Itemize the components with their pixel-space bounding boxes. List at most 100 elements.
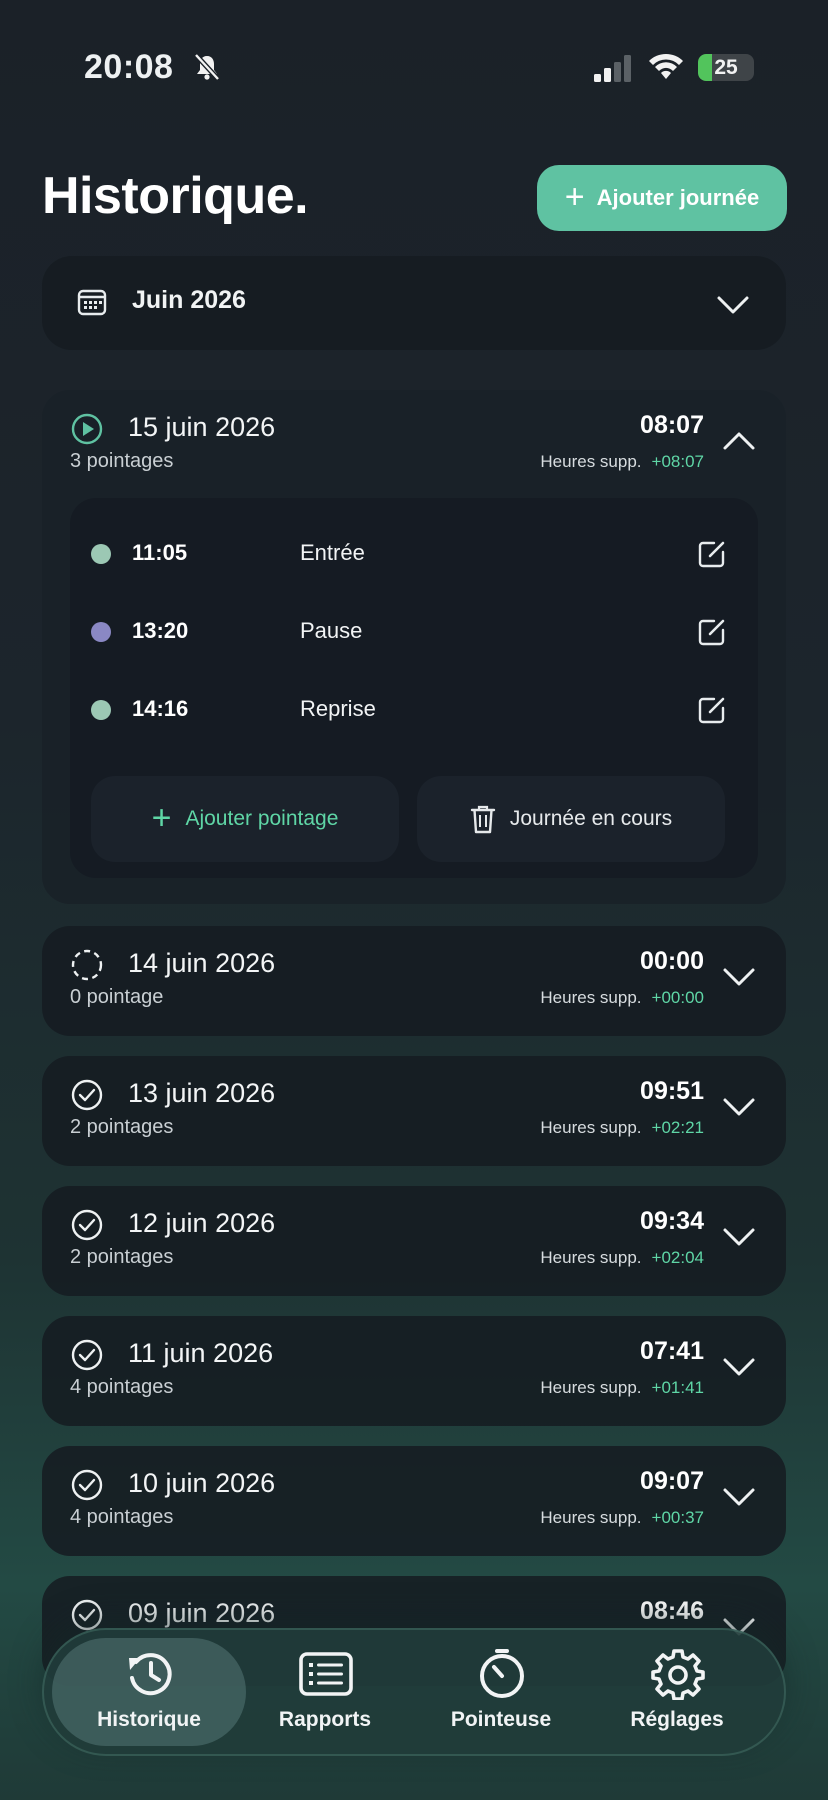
edit-icon[interactable] — [696, 538, 728, 570]
punch-time: 14:16 — [132, 696, 189, 721]
chevron-up-icon[interactable] — [722, 430, 756, 452]
day-overtime: Heures supp. +01:41 — [540, 1378, 704, 1398]
edit-icon[interactable] — [696, 616, 728, 648]
day-card[interactable]: 10 juin 2026 4 pointages 09:07 Heures su… — [42, 1446, 786, 1556]
status-bar: 20:08 25 — [0, 0, 828, 130]
gear-icon — [651, 1649, 705, 1700]
tab-label: Historique — [97, 1708, 201, 1731]
overtime-label: Heures supp. — [540, 1378, 642, 1397]
day-punch-count: 0 pointage — [70, 986, 164, 1008]
punch-type: Entrée — [300, 540, 365, 565]
dashed-circle-icon — [71, 949, 103, 981]
day-card[interactable]: 13 juin 2026 2 pointages 09:51 Heures su… — [42, 1056, 786, 1166]
day-overtime: Heures supp. +08:07 — [540, 452, 704, 472]
overtime-label: Heures supp. — [540, 1508, 642, 1527]
overtime-value: +02:04 — [651, 1248, 704, 1267]
day-total-hours: 09:34 — [640, 1207, 704, 1235]
calendar-icon — [77, 289, 107, 316]
day-date: 15 juin 2026 — [128, 412, 276, 442]
overtime-value: +00:00 — [651, 988, 704, 1007]
tab-label: Rapports — [278, 1708, 372, 1731]
month-selector[interactable]: Juin 2026 — [42, 256, 786, 350]
overtime-label: Heures supp. — [540, 1118, 642, 1137]
overtime-value: +01:41 — [651, 1378, 704, 1397]
day-card[interactable]: 14 juin 2026 0 pointage 00:00 Heures sup… — [42, 926, 786, 1036]
day-date: 10 juin 2026 — [128, 1468, 276, 1498]
punch-dot — [91, 544, 111, 564]
status-time: 20:08 — [84, 48, 174, 86]
delete-day-label: Journée en cours — [509, 807, 673, 830]
punch-row: 11:05 Entrée — [70, 528, 758, 578]
page-title: Historique. — [42, 167, 309, 225]
day-punch-count: 3 pointages — [70, 450, 174, 472]
day-total-hours: 08:07 — [640, 411, 704, 439]
day-date: 11 juin 2026 — [128, 1338, 274, 1368]
day-card[interactable]: 12 juin 2026 2 pointages 09:34 Heures su… — [42, 1186, 786, 1296]
day-card: 15 juin 2026 3 pointages 08:07 Heures su… — [42, 390, 786, 904]
check-circle-icon — [71, 1469, 103, 1501]
check-circle-icon — [71, 1599, 103, 1631]
check-circle-icon — [71, 1209, 103, 1241]
bell-muted-icon — [194, 53, 220, 81]
day-total-hours: 07:41 — [640, 1337, 704, 1365]
chevron-down-icon[interactable] — [722, 1096, 756, 1118]
day-overtime: Heures supp. +02:04 — [540, 1248, 704, 1268]
day-total-hours: 00:00 — [640, 947, 704, 975]
overtime-label: Heures supp. — [540, 988, 642, 1007]
punch-row: 13:20 Pause — [70, 606, 758, 656]
day-overtime: Heures supp. +00:00 — [540, 988, 704, 1008]
day-total-hours: 09:51 — [640, 1077, 704, 1105]
add-day-label: Ajouter journée — [596, 185, 760, 210]
history-icon — [129, 1653, 172, 1696]
punch-dot — [91, 700, 111, 720]
overtime-value: +08:07 — [651, 452, 704, 471]
delete-day-button[interactable]: Journée en cours — [417, 776, 725, 862]
day-card[interactable]: 11 juin 2026 4 pointages 07:41 Heures su… — [42, 1316, 786, 1426]
month-label: Juin 2026 — [132, 286, 246, 314]
punch-type: Pause — [300, 618, 363, 643]
chevron-down-icon[interactable] — [722, 1226, 756, 1248]
chevron-down-icon — [717, 296, 749, 314]
tab-rapports[interactable]: Rapports — [228, 1638, 422, 1746]
chevron-down-icon[interactable] — [722, 966, 756, 988]
cellular-signal-icon — [594, 55, 631, 82]
day-punch-count: 4 pointages — [70, 1506, 174, 1528]
day-overtime: Heures supp. +00:37 — [540, 1508, 704, 1528]
day-total-hours: 09:07 — [640, 1467, 704, 1495]
punch-time: 13:20 — [132, 618, 189, 643]
add-day-button[interactable]: + Ajouter journée — [537, 165, 787, 231]
day-total-hours: 08:46 — [640, 1597, 704, 1625]
punch-row: 14:16 Reprise — [70, 684, 758, 734]
check-circle-icon — [71, 1339, 103, 1371]
report-icon — [299, 1652, 353, 1696]
punch-dot — [91, 622, 111, 642]
day-overtime: Heures supp. +02:21 — [540, 1118, 704, 1138]
overtime-value: +00:37 — [651, 1508, 704, 1527]
check-circle-icon — [71, 1079, 103, 1111]
tab-reglages[interactable]: Réglages — [580, 1638, 774, 1746]
day-date: 09 juin 2026 — [128, 1598, 276, 1628]
punch-type: Reprise — [300, 696, 376, 721]
battery-indicator: 25 — [698, 54, 754, 81]
day-date: 12 juin 2026 — [128, 1208, 276, 1238]
overtime-value: +02:21 — [651, 1118, 704, 1137]
add-punch-button[interactable]: + Ajouter pointage — [91, 776, 399, 862]
tab-pointeuse[interactable]: Pointeuse — [404, 1638, 598, 1746]
bottom-tab-bar: Historique Rapports Pointeuse Réglages — [42, 1628, 786, 1756]
chevron-down-icon[interactable] — [722, 1486, 756, 1508]
day-date: 13 juin 2026 — [128, 1078, 276, 1108]
plus-icon: + — [564, 177, 585, 216]
day-punch-count: 2 pointages — [70, 1246, 174, 1268]
punch-list-panel: 11:05 Entrée 13:20 Pause 14:16 Reprise +… — [70, 498, 758, 878]
tab-label: Pointeuse — [450, 1708, 552, 1731]
trash-icon — [470, 805, 496, 834]
day-punch-count: 2 pointages — [70, 1116, 174, 1138]
plus-icon: + — [151, 798, 172, 837]
tab-historique[interactable]: Historique — [52, 1638, 246, 1746]
overtime-label: Heures supp. — [540, 1248, 642, 1267]
edit-icon[interactable] — [696, 694, 728, 726]
punch-time: 11:05 — [132, 540, 188, 565]
chevron-down-icon[interactable] — [722, 1356, 756, 1378]
wifi-icon — [649, 53, 683, 79]
overtime-label: Heures supp. — [540, 452, 642, 471]
